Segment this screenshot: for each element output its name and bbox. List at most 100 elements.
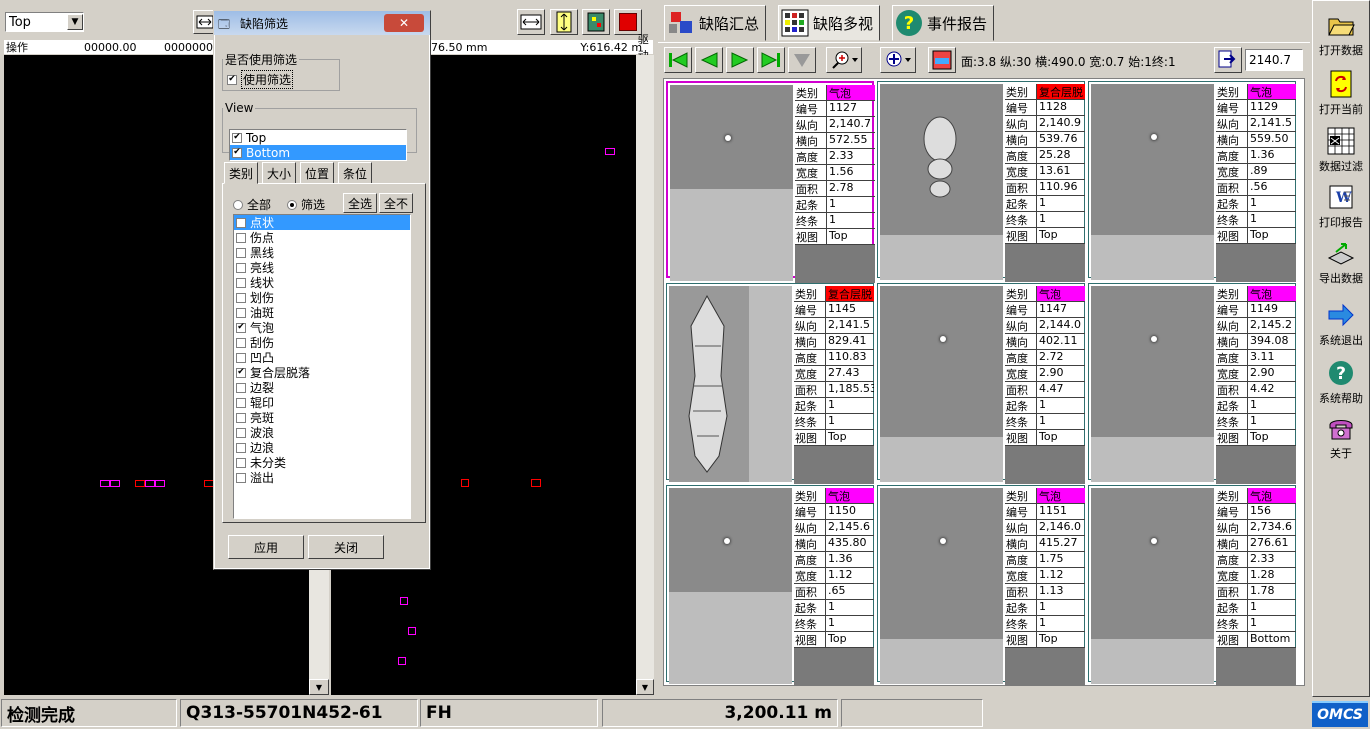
grid-icon[interactable] bbox=[582, 9, 610, 35]
defect-marker[interactable] bbox=[408, 627, 416, 635]
defect-card[interactable]: 类别 气泡 编号 156 纵向 2,734.6 横向 276.61 高度 2.33 宽度 1.28 面积… bbox=[1088, 485, 1296, 686]
tab-defect-summary[interactable]: 缺陷汇总 bbox=[664, 5, 767, 41]
thumbnail-image bbox=[940, 336, 946, 342]
tab-strip[interactable]: 条位 bbox=[338, 162, 373, 184]
category-item[interactable]: 溢出 bbox=[234, 470, 410, 485]
category-item[interactable]: 划伤 bbox=[234, 290, 410, 305]
category-item[interactable]: 未分类 bbox=[234, 455, 410, 470]
category-item[interactable]: ✔ 复合层脱落 bbox=[234, 365, 410, 380]
tab-size[interactable]: 大小 bbox=[262, 162, 297, 184]
export-data-button[interactable]: 导出数据 bbox=[1313, 231, 1369, 289]
defect-card[interactable]: 类别 复合层脱 编号 1128 纵向 2,140.9 横向 539.76 高度 25.28 宽度 13… bbox=[877, 81, 1085, 282]
defect-card[interactable]: 类别 气泡 编号 1129 纵向 2,141.5 横向 559.50 高度 1.36 宽度 .89 面积… bbox=[1088, 81, 1296, 282]
defect-thumbnail[interactable] bbox=[1091, 488, 1214, 684]
fit-width-icon[interactable] bbox=[517, 9, 545, 35]
scroll-down-icon[interactable]: ▼ bbox=[636, 679, 654, 695]
goto-icon[interactable] bbox=[1214, 47, 1242, 73]
category-item[interactable]: 黑线 bbox=[234, 245, 410, 260]
category-item[interactable]: 凹凸 bbox=[234, 350, 410, 365]
dialog-titlebar[interactable]: 🗔 缺陷筛选 ✕ bbox=[214, 11, 430, 35]
defect-thumbnail[interactable] bbox=[880, 84, 1003, 280]
radio-filter[interactable]: 筛选 bbox=[287, 196, 325, 213]
scroll-down-icon[interactable]: ▼ bbox=[309, 679, 329, 695]
defect-marker[interactable] bbox=[135, 480, 145, 487]
vertical-scrollbar-right[interactable]: ▼ bbox=[636, 55, 654, 695]
category-item[interactable]: 边浪 bbox=[234, 440, 410, 455]
category-item[interactable]: 刮伤 bbox=[234, 335, 410, 350]
view-item-top[interactable]: ✔ Top bbox=[230, 130, 406, 145]
select-all-button[interactable]: 全选 bbox=[343, 193, 377, 213]
use-filter-checkbox[interactable]: ✔ 使用筛选 bbox=[223, 68, 339, 89]
category-item[interactable]: 亮线 bbox=[234, 260, 410, 275]
chevron-down-icon[interactable]: ▼ bbox=[67, 14, 83, 30]
defect-marker[interactable] bbox=[100, 480, 110, 487]
defect-marker[interactable] bbox=[531, 479, 541, 487]
defect-thumbnail[interactable] bbox=[880, 286, 1003, 482]
zoom-icon[interactable] bbox=[826, 47, 862, 73]
view-item-bottom[interactable]: ✔ Bottom bbox=[230, 145, 406, 160]
fit-height-icon[interactable] bbox=[550, 9, 578, 35]
category-item[interactable]: 辊印 bbox=[234, 395, 410, 410]
open-current-button[interactable]: 打开当前 bbox=[1313, 62, 1369, 120]
system-help-button[interactable]: ? 系统帮助 bbox=[1313, 351, 1369, 409]
defect-thumbnail[interactable] bbox=[880, 488, 1003, 684]
defect-card[interactable]: 类别 气泡 编号 1149 纵向 2,145.2 横向 394.08 高度 3.11 宽度 2.90 面… bbox=[1088, 283, 1296, 484]
defect-marker[interactable] bbox=[110, 480, 120, 487]
image-settings-icon[interactable] bbox=[928, 47, 956, 73]
defect-thumbnail[interactable] bbox=[1091, 84, 1214, 280]
category-item[interactable]: 伤点 bbox=[234, 230, 410, 245]
info-value: 1 bbox=[1039, 600, 1046, 613]
defect-marker[interactable] bbox=[605, 148, 615, 155]
apply-button[interactable]: 应用 bbox=[228, 535, 304, 559]
close-icon[interactable]: ✕ bbox=[384, 14, 424, 32]
next-icon[interactable] bbox=[726, 47, 754, 73]
info-footer bbox=[1005, 244, 1085, 282]
position-input[interactable]: 2140.7 bbox=[1245, 49, 1303, 71]
defect-thumbnail[interactable] bbox=[1091, 286, 1214, 482]
category-item[interactable]: 油斑 bbox=[234, 305, 410, 320]
defect-card[interactable]: 类别 气泡 编号 1147 纵向 2,144.0 横向 402.11 高度 2.72 宽度 2.90 面… bbox=[877, 283, 1085, 484]
thumbnail-image bbox=[725, 135, 731, 141]
print-report-button[interactable]: W 打印报告 bbox=[1313, 175, 1369, 233]
radio-all[interactable]: 全部 bbox=[233, 196, 271, 213]
down-arrow-icon[interactable] bbox=[788, 47, 816, 73]
defect-marker[interactable] bbox=[155, 480, 165, 487]
info-row: 横向 539.76 bbox=[1005, 132, 1085, 148]
defect-card[interactable]: 类别 气泡 编号 1127 纵向 2,140.7 横向 572.55 高度 2.33 宽度 1.56 面… bbox=[666, 81, 875, 283]
info-value: 539.76 bbox=[1039, 132, 1078, 145]
category-item[interactable]: 边裂 bbox=[234, 380, 410, 395]
defect-card[interactable]: 类别 气泡 编号 1150 纵向 2,145.6 横向 435.80 高度 1.36 宽度 1.12 面… bbox=[666, 485, 874, 686]
last-icon[interactable] bbox=[757, 47, 785, 73]
defect-thumbnail[interactable] bbox=[669, 286, 792, 482]
defect-marker[interactable] bbox=[461, 479, 469, 487]
data-filter-button[interactable]: 数据过滤 bbox=[1313, 119, 1369, 177]
defect-thumbnail[interactable] bbox=[670, 85, 793, 281]
tab-position[interactable]: 位置 bbox=[300, 162, 335, 184]
first-icon[interactable] bbox=[664, 47, 692, 73]
defect-card[interactable]: 类别 气泡 编号 1151 纵向 2,146.0 横向 415.27 高度 1.75 宽度 1.12 面… bbox=[877, 485, 1085, 686]
defect-card[interactable]: 类别 复合层脱 编号 1145 纵向 2,141.5 横向 829.41 高度 110.83 宽度 2… bbox=[666, 283, 874, 484]
defect-marker[interactable] bbox=[400, 597, 408, 605]
tab-category[interactable]: 类别 bbox=[224, 162, 259, 184]
category-item[interactable]: 线状 bbox=[234, 275, 410, 290]
category-list[interactable]: 点状 伤点 黑线 亮线 线状 划伤 油斑 ✔ 气泡 刮伤 凹凸 ✔ 复合层脱落 边裂 辊印 亮斑 波浪 边浪 未分类… bbox=[233, 214, 411, 519]
category-item[interactable]: 波浪 bbox=[234, 425, 410, 440]
view-list[interactable]: ✔ Top ✔ Bottom bbox=[229, 129, 407, 161]
select-none-button[interactable]: 全不 bbox=[379, 193, 413, 213]
defect-marker[interactable] bbox=[145, 480, 155, 487]
open-data-button[interactable]: 打开数据 bbox=[1313, 3, 1369, 61]
tab-event-report[interactable]: ? 事件报告 bbox=[892, 5, 995, 41]
category-item[interactable]: 点状 bbox=[234, 215, 410, 230]
system-exit-button[interactable]: 系统退出 bbox=[1313, 293, 1369, 351]
defect-marker[interactable] bbox=[398, 657, 406, 665]
previous-icon[interactable] bbox=[695, 47, 723, 73]
defect-thumbnail[interactable] bbox=[669, 488, 792, 684]
info-row: 纵向 2,145.2 bbox=[1216, 318, 1296, 334]
close-button[interactable]: 关闭 bbox=[308, 535, 384, 559]
category-item[interactable]: 亮斑 bbox=[234, 410, 410, 425]
view-select[interactable]: Top ▼ bbox=[5, 12, 84, 32]
category-item[interactable]: ✔ 气泡 bbox=[234, 320, 410, 335]
tab-defect-multiview[interactable]: 缺陷多视 bbox=[778, 5, 881, 41]
about-button[interactable]: 关于 bbox=[1313, 406, 1369, 464]
zoom-in-icon[interactable] bbox=[880, 47, 916, 73]
